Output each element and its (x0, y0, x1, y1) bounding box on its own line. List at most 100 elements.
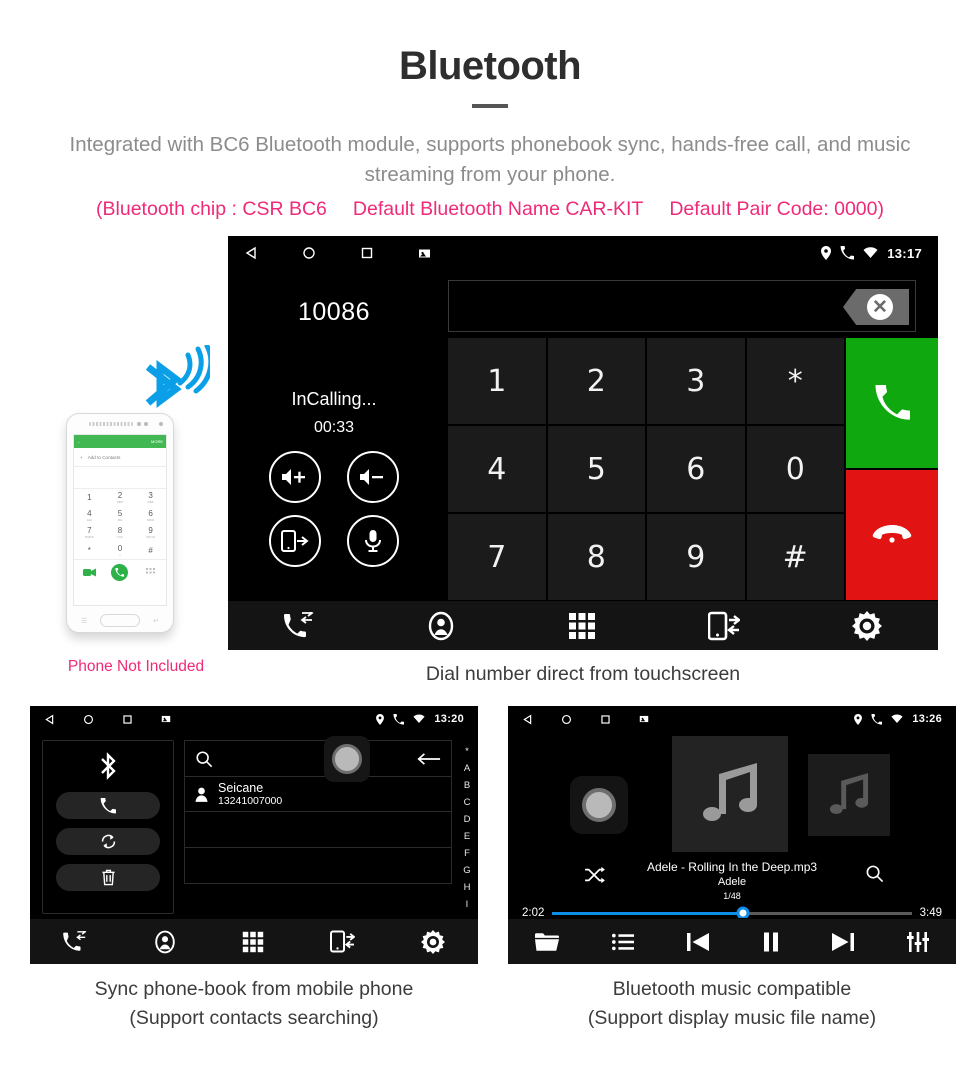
android-home-icon[interactable] (83, 714, 94, 725)
android-recents-icon[interactable] (122, 714, 133, 725)
gear-icon[interactable] (421, 929, 446, 954)
bluetooth-signal-icon (130, 343, 214, 420)
rotary-knob-overlay[interactable] (570, 776, 628, 834)
dial-key[interactable]: 8 (547, 514, 645, 600)
dial-key[interactable]: 6 (647, 426, 745, 512)
track-title: Adele - Rolling In the Deep.mp3 (646, 860, 818, 874)
pause-icon[interactable] (763, 932, 779, 952)
contact-row[interactable]: Seicane 13241007000 (184, 776, 452, 812)
dial-key[interactable]: 9 (647, 514, 745, 600)
answer-call-button[interactable] (846, 338, 938, 468)
android-recents-icon[interactable] (600, 714, 611, 725)
dial-key[interactable]: 5 (547, 426, 645, 512)
dial-key[interactable]: 0 (746, 426, 844, 512)
index-letter[interactable]: B (464, 780, 470, 791)
phonebook-body: Seicane 13241007000 * A B C D E F G H I (30, 732, 478, 914)
phonebook-navbar (30, 918, 478, 964)
spec-name: Default Bluetooth Name CAR-KIT (352, 198, 644, 221)
contact-row-empty[interactable] (184, 812, 452, 848)
android-home-icon[interactable] (561, 714, 572, 725)
phone-sync-icon[interactable] (330, 930, 356, 953)
alphabet-index[interactable]: * A B C D E F G H I (456, 740, 478, 914)
backspace-x-icon: ✕ (867, 294, 893, 320)
call-log-icon[interactable] (63, 930, 87, 953)
android-recents-icon[interactable] (360, 246, 374, 260)
seek-bar[interactable] (552, 906, 912, 920)
next-track-icon[interactable] (831, 932, 854, 952)
screenshot-icon[interactable] (639, 714, 649, 724)
contact-name: Seicane (218, 780, 264, 795)
mute-microphone-button[interactable] (347, 515, 399, 567)
mobile-phone-mockup: ← MORE + Add to Contacts 1 2 ABC 3 DEF 4 GH… (66, 413, 174, 633)
music-note-icon (827, 771, 871, 819)
phone-key: 6 MNO (147, 508, 155, 522)
dial-key[interactable]: # (746, 514, 844, 600)
bluetooth-feature-page: Bluetooth Integrated with BC6 Bluetooth … (0, 0, 980, 1091)
sync-button[interactable] (56, 828, 160, 855)
rotary-knob-overlay[interactable] (324, 736, 370, 782)
phone-illustration: ← MORE + Add to Contacts 1 2 ABC 3 DEF 4 GH… (52, 343, 222, 635)
dialer-keypad-panel: ✕ 1 2 3 * 4 5 6 0 7 8 9 # (440, 270, 938, 600)
index-letter[interactable]: D (464, 814, 471, 825)
phone-sync-icon[interactable] (708, 611, 740, 641)
contacts-icon[interactable] (426, 611, 456, 641)
index-letter[interactable]: E (464, 831, 470, 842)
contact-row-empty[interactable] (184, 848, 452, 884)
index-letter[interactable]: G (463, 865, 470, 876)
shuffle-icon[interactable] (584, 866, 606, 884)
dialer-body: 10086 InCalling... 00:33 ✕ 1 2 3 * 4 5 6… (228, 270, 938, 600)
call-log-icon[interactable] (284, 611, 314, 640)
hangup-call-button[interactable] (846, 470, 938, 600)
index-letter[interactable]: C (464, 797, 471, 808)
gear-icon[interactable] (852, 610, 882, 641)
volume-up-button[interactable] (269, 451, 321, 503)
call-state-label: InCalling... (291, 389, 377, 409)
android-back-icon[interactable] (244, 246, 258, 260)
back-arrow-icon[interactable] (417, 752, 441, 766)
track-position-count: 1/48 (723, 891, 741, 901)
index-letter[interactable]: I (466, 899, 469, 910)
keypad-grid-icon[interactable] (242, 931, 264, 953)
add-to-contacts-label: Add to Contacts (87, 454, 121, 460)
dialer-caption: Dial number direct from touchscreen (425, 663, 741, 685)
index-letter[interactable]: F (464, 848, 470, 859)
android-home-icon[interactable] (302, 246, 316, 260)
phone-home-button (100, 614, 140, 627)
number-input-field[interactable]: ✕ (448, 280, 916, 332)
dial-key[interactable]: 7 (448, 514, 546, 600)
keypad-grid-icon[interactable] (568, 612, 596, 640)
previous-track-icon[interactable] (687, 932, 710, 952)
search-icon[interactable] (195, 750, 213, 768)
equalizer-icon[interactable] (907, 931, 930, 952)
dial-key[interactable]: 1 (448, 338, 546, 424)
search-input[interactable] (221, 751, 417, 766)
delete-button[interactable] (56, 864, 160, 891)
screenshot-icon[interactable] (418, 247, 431, 260)
volume-down-button[interactable] (347, 451, 399, 503)
index-letter[interactable]: * (465, 746, 469, 757)
android-back-icon[interactable] (44, 714, 55, 725)
contacts-icon[interactable] (153, 930, 177, 954)
playlist-icon[interactable] (611, 933, 634, 951)
dial-key[interactable]: 4 (448, 426, 546, 512)
album-art-next[interactable] (808, 754, 890, 836)
dial-key[interactable]: * (746, 338, 844, 424)
dial-button[interactable] (56, 792, 160, 819)
bluetooth-icon[interactable] (95, 751, 121, 783)
album-art-current[interactable] (672, 736, 788, 852)
dial-keypad: 1 2 3 * 4 5 6 0 7 8 9 # (448, 338, 844, 600)
folder-icon[interactable] (534, 932, 559, 952)
backspace-button[interactable]: ✕ (843, 289, 909, 325)
dial-key[interactable]: 2 (547, 338, 645, 424)
phonebook-statusbar: 13:20 (30, 706, 478, 732)
screenshot-icon[interactable] (161, 714, 171, 724)
index-letter[interactable]: A (464, 763, 470, 774)
contact-search-bar[interactable] (184, 740, 452, 776)
search-icon[interactable] (865, 864, 884, 883)
dial-key[interactable]: 3 (647, 338, 745, 424)
phone-back-key: ↵ (153, 618, 159, 625)
transfer-audio-button[interactable] (269, 515, 321, 567)
android-back-icon[interactable] (522, 714, 533, 725)
front-camera-dot (159, 422, 163, 426)
index-letter[interactable]: H (464, 882, 471, 893)
